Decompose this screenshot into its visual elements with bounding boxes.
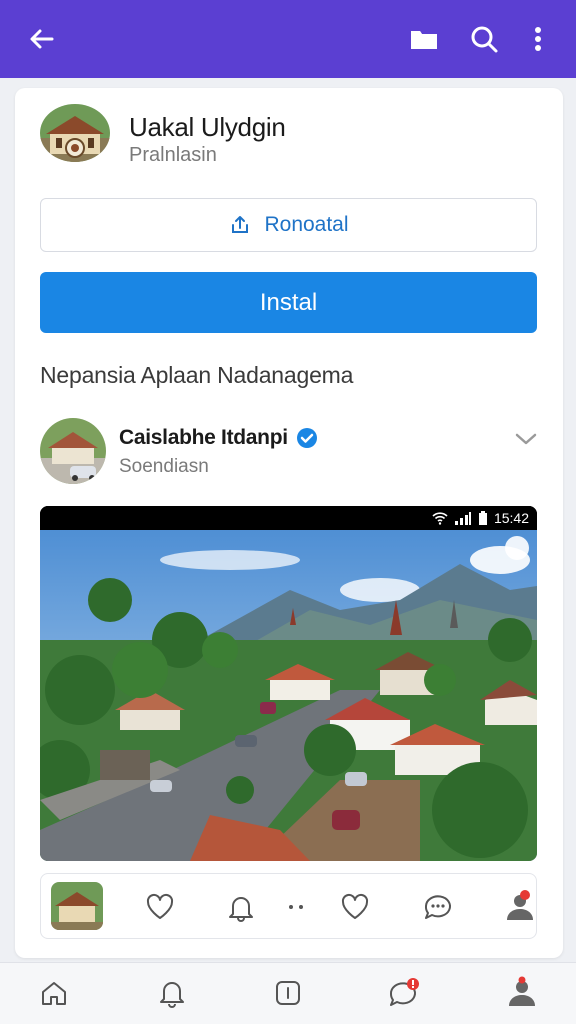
nav-profile[interactable] (504, 975, 540, 1011)
bell-icon (229, 897, 253, 922)
section-title: Nepansia Aplaan Nadanagema (40, 362, 354, 388)
avatar[interactable] (40, 418, 106, 484)
comment-button[interactable] (421, 890, 455, 924)
status-bar: 15:42 (40, 506, 537, 530)
back-button[interactable] (24, 21, 60, 57)
nav-apps[interactable] (270, 975, 306, 1011)
status-time: 15:42 (493, 510, 529, 526)
post-author-name: Caislabhe Itdanpi (119, 426, 288, 449)
expand-button[interactable] (513, 426, 539, 457)
app-title: Uakal Ulydgin (129, 112, 286, 142)
bottom-navigation (0, 962, 576, 1024)
nav-notifications[interactable] (154, 975, 190, 1011)
app-icon (40, 104, 110, 162)
signal-icon (454, 512, 471, 525)
back-arrow-icon (30, 29, 54, 49)
battery-icon (478, 511, 487, 525)
profile-button[interactable] (503, 890, 537, 924)
app-detail-card: Uakal Ulydgin Pralnlasin Ronoatal Instal… (15, 88, 563, 958)
more-horiz-icon (289, 905, 303, 909)
secondary-action-label: Ronoatal (264, 213, 349, 236)
install-button[interactable]: Instal (40, 272, 537, 333)
chevron-down-icon (515, 433, 537, 445)
top-app-bar (0, 0, 576, 78)
like-button[interactable] (143, 890, 177, 924)
folder-button[interactable] (406, 21, 442, 57)
install-button-label: Instal (259, 288, 318, 316)
wifi-icon (432, 512, 448, 525)
heart-outline-icon (341, 893, 369, 919)
app-subtitle: Pralnlasin (129, 144, 217, 166)
search-button[interactable] (466, 21, 502, 57)
more-options-button[interactable] (520, 21, 556, 57)
share-icon (232, 216, 249, 233)
village-photo (40, 530, 537, 861)
person-nav-icon (509, 976, 535, 1006)
more-dots-button[interactable] (279, 890, 313, 924)
bell-nav-icon (160, 982, 184, 1008)
folder-icon (411, 31, 437, 49)
home-icon (42, 982, 66, 1005)
person-icon (507, 890, 533, 920)
favorite-button[interactable] (338, 890, 372, 924)
secondary-action-button[interactable]: Ronoatal (40, 198, 537, 252)
notify-button[interactable] (224, 890, 258, 924)
square-icon (276, 981, 300, 1005)
verified-icon (296, 428, 317, 448)
post-action-bar (40, 873, 537, 939)
post-subtitle: Soendiasn (119, 456, 209, 477)
chat-bubble-icon (424, 895, 451, 919)
nav-messages[interactable] (386, 975, 422, 1011)
nav-home[interactable] (36, 975, 72, 1011)
post-thumbnail[interactable] (51, 882, 103, 930)
search-icon (471, 26, 498, 53)
chat-badge-icon (389, 978, 419, 1006)
more-vert-icon (535, 27, 541, 51)
post-author[interactable]: Caislabhe Itdanpi (119, 426, 318, 450)
heart-icon (146, 893, 174, 919)
screenshot-preview[interactable]: 15:42 (40, 506, 537, 861)
